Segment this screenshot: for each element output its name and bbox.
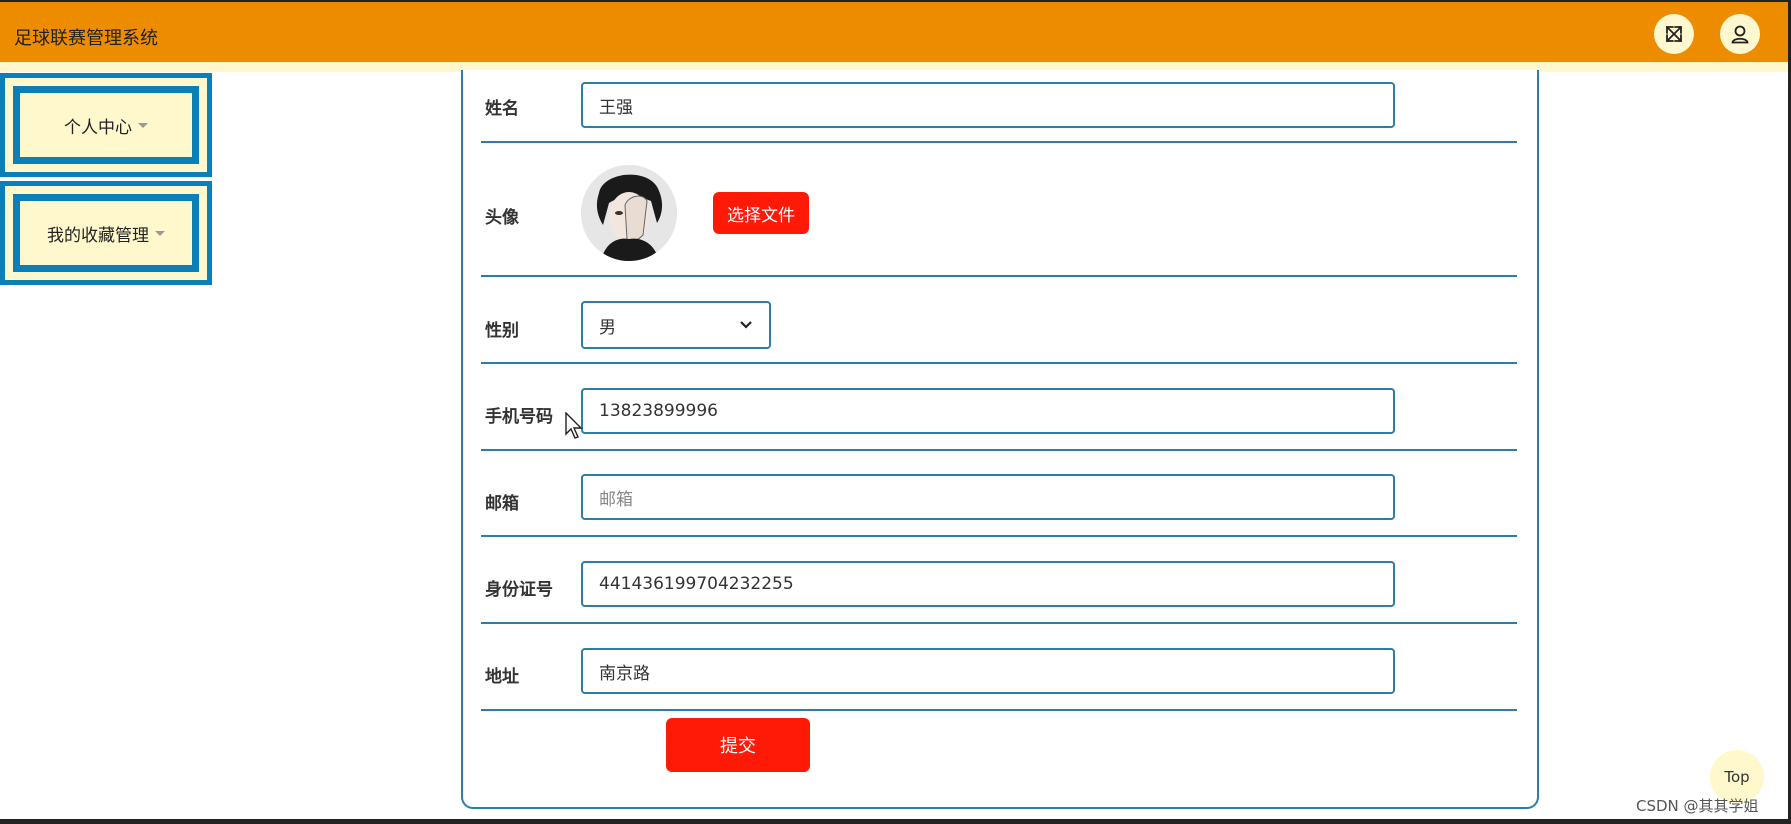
user-icon — [1731, 25, 1749, 44]
address-label: 地址 — [485, 667, 519, 687]
avatar-image — [581, 165, 677, 261]
expand-arrows-icon — [1666, 26, 1682, 42]
avatar-portrait-graphic — [581, 165, 677, 261]
frame-bottom-edge — [0, 819, 1791, 824]
sidebar-item-label: 个人中心 — [64, 117, 132, 138]
sidebar-item-label: 我的收藏管理 — [47, 225, 149, 246]
profile-form: 姓名 王强 头像 选择文件 性别 男 手机号码 13823899996 邮箱 邮… — [461, 70, 1539, 809]
form-row-name: 姓名 王强 — [481, 70, 1517, 143]
sidebar-item-inner: 个人中心 — [13, 86, 199, 164]
gender-select[interactable]: 男 — [581, 301, 771, 349]
app-title: 足球联赛管理系统 — [14, 28, 158, 49]
sidebar-item-personal-center[interactable]: 个人中心 — [0, 73, 212, 177]
choose-file-button[interactable]: 选择文件 — [713, 192, 809, 234]
sidebar-item-inner: 我的收藏管理 — [13, 194, 199, 272]
top-header: 足球联赛管理系统 — [0, 2, 1788, 62]
avatar-label: 头像 — [485, 208, 519, 228]
caret-down-icon — [155, 230, 165, 236]
idcard-input[interactable]: 441436199704232255 — [581, 561, 1395, 607]
gender-selected-value: 男 — [599, 317, 616, 338]
form-row-address: 地址 南京路 — [481, 624, 1517, 711]
user-menu-button[interactable] — [1720, 14, 1760, 54]
email-input[interactable]: 邮箱 — [581, 474, 1395, 520]
sidebar-item-favorites[interactable]: 我的收藏管理 — [0, 181, 212, 285]
fullscreen-button[interactable] — [1654, 14, 1694, 54]
form-row-idcard: 身份证号 441436199704232255 — [481, 537, 1517, 624]
form-row-avatar: 头像 选择文件 — [481, 143, 1517, 277]
email-label: 邮箱 — [485, 494, 519, 514]
form-row-phone: 手机号码 13823899996 — [481, 364, 1517, 451]
watermark-text: CSDN @其其学姐 — [1636, 797, 1759, 815]
idcard-label: 身份证号 — [485, 580, 553, 600]
name-input[interactable]: 王强 — [581, 82, 1395, 128]
mouse-cursor-icon — [565, 412, 583, 439]
form-row-email: 邮箱 邮箱 — [481, 451, 1517, 537]
gender-label: 性别 — [485, 321, 519, 341]
submit-button[interactable]: 提交 — [666, 718, 810, 772]
phone-label: 手机号码 — [485, 407, 553, 427]
address-input[interactable]: 南京路 — [581, 648, 1395, 694]
caret-down-icon — [138, 122, 148, 128]
phone-input[interactable]: 13823899996 — [581, 388, 1395, 434]
form-row-gender: 性别 男 — [481, 277, 1517, 364]
chevron-down-icon — [740, 321, 752, 329]
name-label: 姓名 — [485, 99, 519, 119]
